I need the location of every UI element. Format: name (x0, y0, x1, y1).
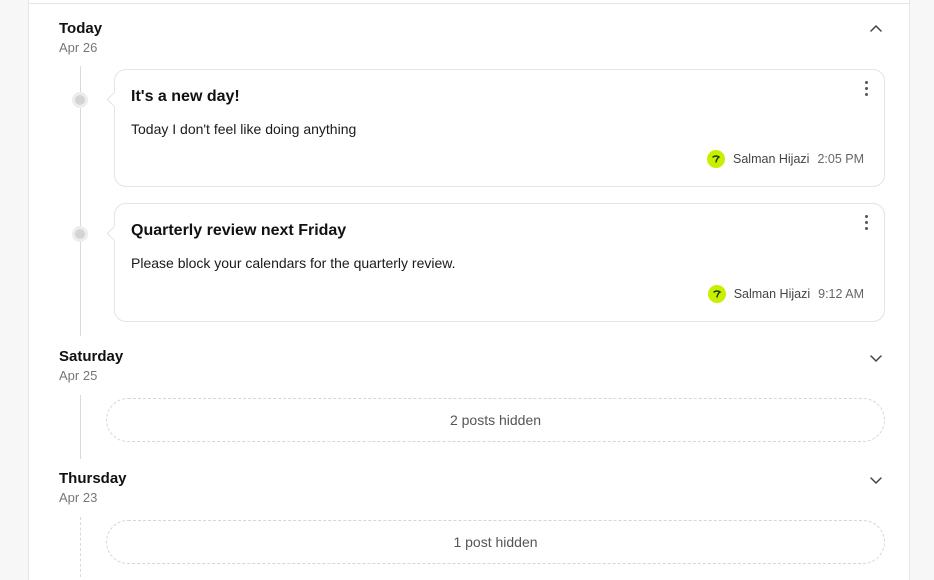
post-meta: Salman Hijazi 2:05 PM (707, 150, 864, 168)
timeline-dot (72, 226, 88, 242)
post-title: It's a new day! (131, 88, 240, 105)
timeline-line (80, 517, 81, 577)
chevron-down-icon[interactable] (869, 473, 883, 487)
post-body: Today I don't feel like doing anything (131, 121, 357, 137)
post-author[interactable]: Salman Hijazi (734, 287, 810, 301)
hidden-posts-button[interactable]: 2 posts hidden (106, 398, 885, 442)
chevron-down-icon[interactable] (869, 351, 883, 365)
hidden-posts-button[interactable]: 1 post hidden (106, 520, 885, 564)
post-meta: Salman Hijazi 9:12 AM (707, 285, 864, 303)
feed-panel: Today Apr 26 It's a new day! Today I don… (28, 0, 910, 580)
more-options-icon[interactable] (862, 81, 870, 99)
timeline-dot (72, 92, 88, 108)
post-card: Quarterly review next Friday Please bloc… (114, 203, 885, 322)
avatar (707, 285, 726, 303)
chevron-up-icon[interactable] (869, 22, 883, 36)
post-time: 2:05 PM (817, 152, 864, 166)
day-title-today: Today (59, 20, 103, 37)
post-body: Please block your calendars for the quar… (131, 255, 456, 271)
post-card: It's a new day! Today I don't feel like … (114, 69, 885, 187)
day-title-saturday: Saturday (59, 348, 124, 365)
day-date-saturday: Apr 25 (59, 368, 98, 383)
divider (29, 3, 909, 4)
more-options-icon[interactable] (862, 215, 870, 233)
avatar (707, 150, 726, 168)
post-author[interactable]: Salman Hijazi (733, 152, 809, 166)
timeline-line (80, 395, 81, 459)
post-title: Quarterly review next Friday (131, 222, 347, 239)
leaf-avatar-icon (713, 290, 722, 298)
day-title-thursday: Thursday (59, 470, 127, 487)
leaf-avatar-icon (712, 155, 721, 163)
day-date-today: Apr 26 (59, 40, 98, 55)
post-time: 9:12 AM (818, 287, 864, 301)
day-date-thursday: Apr 23 (59, 490, 98, 505)
